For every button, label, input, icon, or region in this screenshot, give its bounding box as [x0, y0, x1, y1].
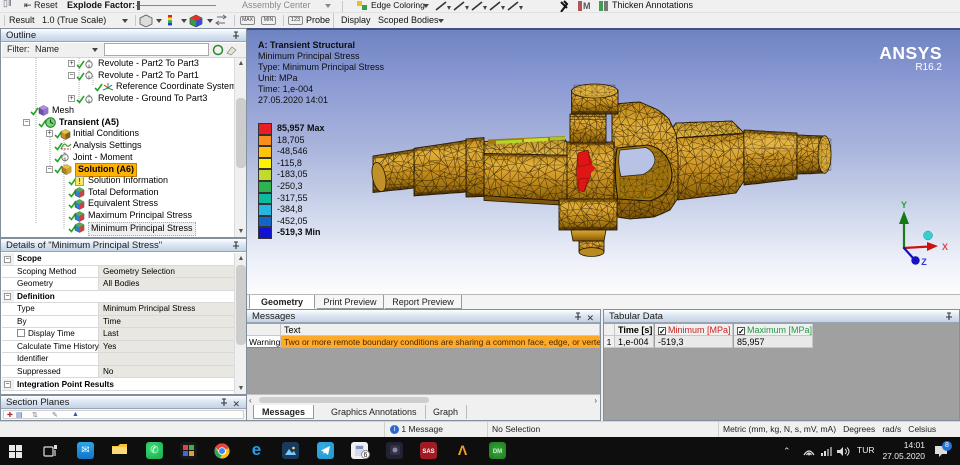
svg-text:Y: Y	[901, 200, 907, 210]
svg-text:X: X	[942, 242, 948, 252]
svg-text:Z: Z	[921, 257, 927, 267]
